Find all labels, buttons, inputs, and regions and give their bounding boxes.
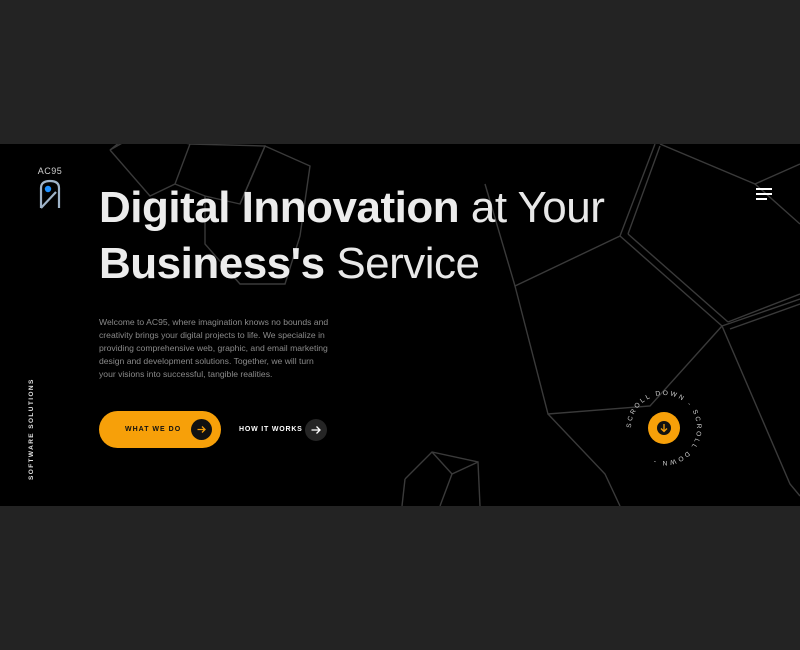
scroll-down-circle xyxy=(648,412,680,444)
menu-button[interactable] xyxy=(756,188,772,202)
hero-section: AC95 Digital Innovation at Your Business… xyxy=(0,144,800,506)
hero-intro-text: Welcome to AC95, where imagination knows… xyxy=(99,317,329,379)
hamburger-menu-icon-bar xyxy=(756,198,767,200)
what-we-do-label: WHAT WE DO xyxy=(125,426,182,433)
hamburger-menu-icon xyxy=(756,188,772,190)
scroll-down-button[interactable]: SCROLL DOWN - SCROLL DOWN - xyxy=(624,388,704,468)
arrow-right-icon xyxy=(197,426,206,433)
headline-line2-light: Service xyxy=(336,239,480,288)
arrow-right-icon xyxy=(311,426,321,434)
headline-line1-strong: Digital Innovation xyxy=(99,183,460,232)
hamburger-menu-icon-bar xyxy=(756,193,772,195)
brand-logo[interactable]: AC95 xyxy=(32,166,68,210)
headline-line2-strong: Business's xyxy=(99,239,325,288)
side-vertical-label: SOFTWARE SOLUTIONS xyxy=(28,378,35,480)
arrow-right-icon-circle xyxy=(305,419,327,441)
how-it-works-label: HOW IT WORKS xyxy=(239,426,303,433)
arrow-down-icon xyxy=(657,421,671,435)
logo-mark-icon xyxy=(39,179,61,209)
how-it-works-button[interactable]: HOW IT WORKS xyxy=(239,418,329,442)
headline-line1-light: at Your xyxy=(470,183,605,232)
page-title: Digital Innovation at Your Business's Se… xyxy=(99,180,605,292)
what-we-do-button[interactable]: WHAT WE DO xyxy=(99,411,221,448)
logo-text: AC95 xyxy=(37,166,63,176)
arrow-right-icon-circle xyxy=(191,419,212,440)
